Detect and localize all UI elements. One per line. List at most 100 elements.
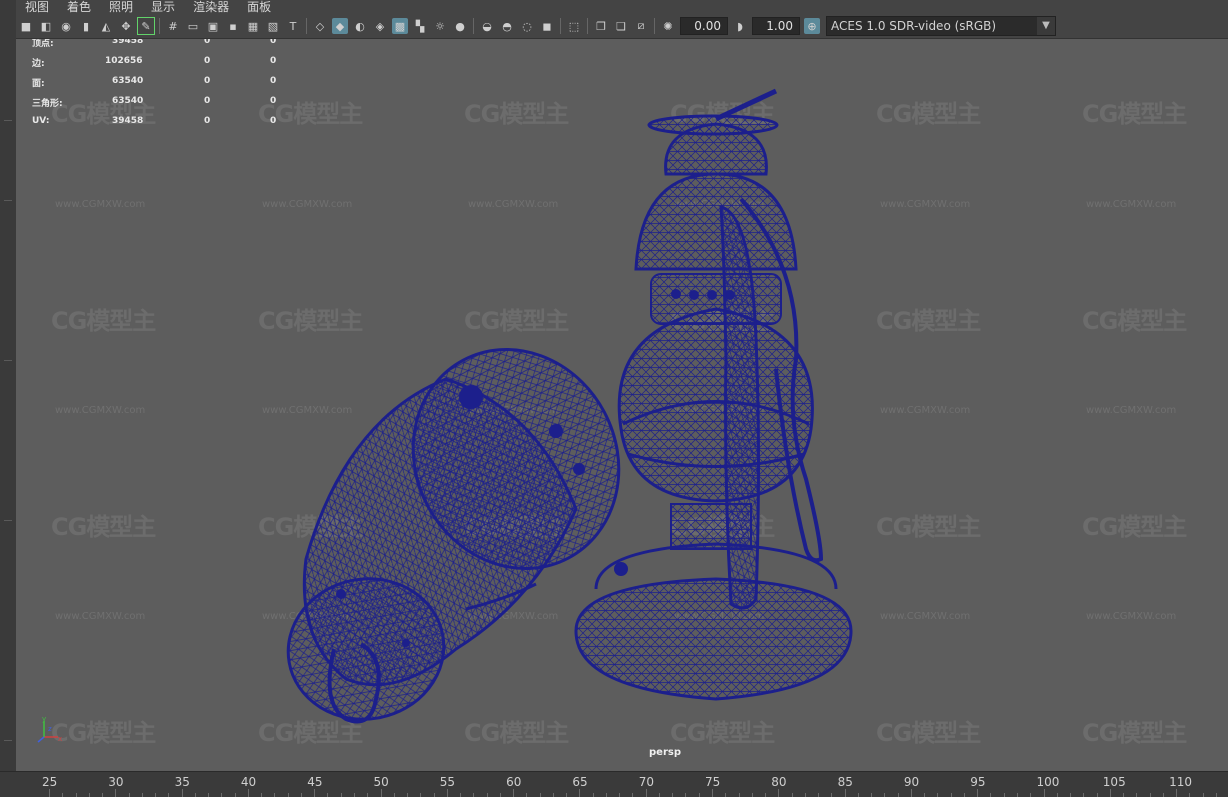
xray-checker-icon[interactable]: ▚	[412, 18, 428, 34]
frame-tick	[287, 793, 289, 797]
lantern-top-rim	[647, 114, 779, 136]
hud-value: 63540	[112, 76, 144, 86]
isolate-select-icon[interactable]: ⬚	[566, 18, 582, 34]
time-slider[interactable]: 25 30 35 40 45 50 55 60 65 70 75 80 85 90 95 100 105 110	[0, 771, 1228, 797]
frame-tick	[300, 793, 302, 797]
frame-tick	[234, 793, 236, 797]
lantern-collar	[650, 273, 782, 325]
menu-lighting[interactable]: 照明	[100, 0, 142, 14]
frame-tick	[566, 793, 568, 797]
gate-mask-icon[interactable]: ▪	[225, 18, 241, 34]
hud-label: UV:	[32, 116, 50, 126]
left-panel-strip	[0, 0, 17, 796]
safe-action-icon[interactable]: ▧	[265, 18, 281, 34]
frame-tick	[1003, 793, 1005, 797]
menu-panels[interactable]: 面板	[238, 0, 280, 14]
exposure-icon[interactable]: ✺	[660, 18, 676, 34]
frame-tick	[261, 793, 263, 797]
hud-value: 0	[204, 116, 211, 126]
default-material-icon[interactable]: ◐	[352, 18, 368, 34]
frame-tick	[407, 793, 409, 797]
camera-lock-icon[interactable]: ◉	[58, 18, 74, 34]
frame-tick	[1189, 793, 1191, 797]
wireframe-on-shaded-icon[interactable]: ▩	[392, 18, 408, 34]
frame-tick	[88, 793, 90, 797]
field-chart-icon[interactable]: ▦	[245, 18, 261, 34]
frame-tick	[924, 793, 926, 797]
xray-icon[interactable]: ❐	[593, 18, 609, 34]
svg-text:x: x	[58, 735, 62, 743]
svg-text:z: z	[48, 725, 52, 733]
textured-icon[interactable]: ◈	[372, 18, 388, 34]
lantern-top-pin	[714, 88, 778, 122]
frame-tick	[274, 793, 276, 797]
frame-tick	[950, 793, 952, 797]
toolbar-separator	[306, 18, 307, 34]
hud-value: 0	[270, 39, 277, 46]
anti-aliasing-icon[interactable]: ◌	[519, 18, 535, 34]
hud-value: 0	[270, 56, 277, 66]
menu-show[interactable]: 显示	[142, 0, 184, 14]
frame-tick	[460, 793, 462, 797]
toolbar-separator	[159, 18, 160, 34]
frame-tick	[168, 793, 170, 797]
frame-tick	[751, 793, 753, 797]
frame-tick	[1123, 793, 1125, 797]
menu-shading[interactable]: 着色	[58, 0, 100, 14]
perspective-viewport[interactable]: CG模型主 CG模型主 CG模型主 CG模型主 CG模型主 CG模型主 CG模型主 CG模型主…	[16, 39, 1228, 771]
film-gate-icon[interactable]: ▭	[185, 18, 201, 34]
xray-joints-icon[interactable]: ❏	[613, 18, 629, 34]
gamma-icon[interactable]: ◗	[732, 18, 748, 34]
motion-blur-icon[interactable]: ◓	[499, 18, 515, 34]
grid-icon[interactable]: #	[165, 18, 181, 34]
resolution-gate-icon[interactable]: ▣	[205, 18, 221, 34]
hud-value: 39458	[112, 116, 144, 126]
image-plane-icon[interactable]: ◭	[98, 18, 114, 34]
frame-tick	[857, 793, 859, 797]
frame-tick	[871, 793, 873, 797]
frame-tick	[804, 793, 806, 797]
hud-value: 0	[204, 76, 211, 86]
frame-tick	[1083, 793, 1085, 797]
hud-value: 102656	[105, 56, 143, 66]
menu-renderer[interactable]: 渲染器	[184, 0, 238, 14]
frame-number-label: 80	[771, 775, 787, 789]
screen-ao-icon[interactable]: ◒	[479, 18, 495, 34]
bookmark-icon[interactable]: ▮	[78, 18, 94, 34]
smooth-shade-icon[interactable]: ◆	[332, 18, 348, 34]
color-space-label: ACES 1.0 SDR-video (sRGB)	[831, 19, 997, 33]
grease-pencil-icon[interactable]: ✎	[137, 17, 155, 35]
exposure-field[interactable]: 0.00	[680, 17, 728, 35]
frame-number-label: 60	[506, 775, 522, 789]
depth-of-field-icon[interactable]: ◼	[539, 18, 555, 34]
camera-attributes-icon[interactable]: ◧	[38, 18, 54, 34]
frame-number-label: 110	[1169, 775, 1192, 789]
chevron-down-icon[interactable]: ▼	[1037, 17, 1055, 35]
lighting-icon[interactable]: ☼	[432, 18, 448, 34]
lantern-knob	[614, 562, 628, 576]
color-management-icon[interactable]: ⊕	[804, 18, 820, 34]
wireframe-icon[interactable]: ◇	[312, 18, 328, 34]
color-space-dropdown[interactable]: ACES 1.0 SDR-video (sRGB) ▼	[826, 16, 1056, 36]
frame-tick	[791, 793, 793, 797]
panel-menu-bar: 视图 着色 照明 显示 渲染器 面板	[16, 0, 1228, 14]
camera-select-icon[interactable]: ■	[18, 18, 34, 34]
frame-tick	[486, 793, 488, 797]
view-axis-gizmo: x y z	[37, 715, 62, 743]
toolbar-separator	[654, 18, 655, 34]
2d-pan-icon[interactable]: ✥	[118, 18, 134, 34]
frame-number-label: 85	[837, 775, 853, 789]
standing-lantern-model	[574, 88, 853, 701]
menu-view[interactable]: 视图	[16, 0, 58, 14]
frame-tick	[725, 793, 727, 797]
frame-number-label: 30	[108, 775, 124, 789]
frame-tick	[990, 793, 992, 797]
gamma-field[interactable]: 1.00	[752, 17, 800, 35]
safe-title-icon[interactable]: T	[285, 18, 301, 34]
frame-tick	[1070, 793, 1072, 797]
frame-tick	[420, 793, 422, 797]
backface-culling-icon[interactable]: ⧄	[633, 18, 649, 34]
shadows-icon[interactable]: ●	[452, 18, 468, 34]
svg-text:y: y	[42, 715, 46, 723]
frame-tick	[221, 793, 223, 797]
